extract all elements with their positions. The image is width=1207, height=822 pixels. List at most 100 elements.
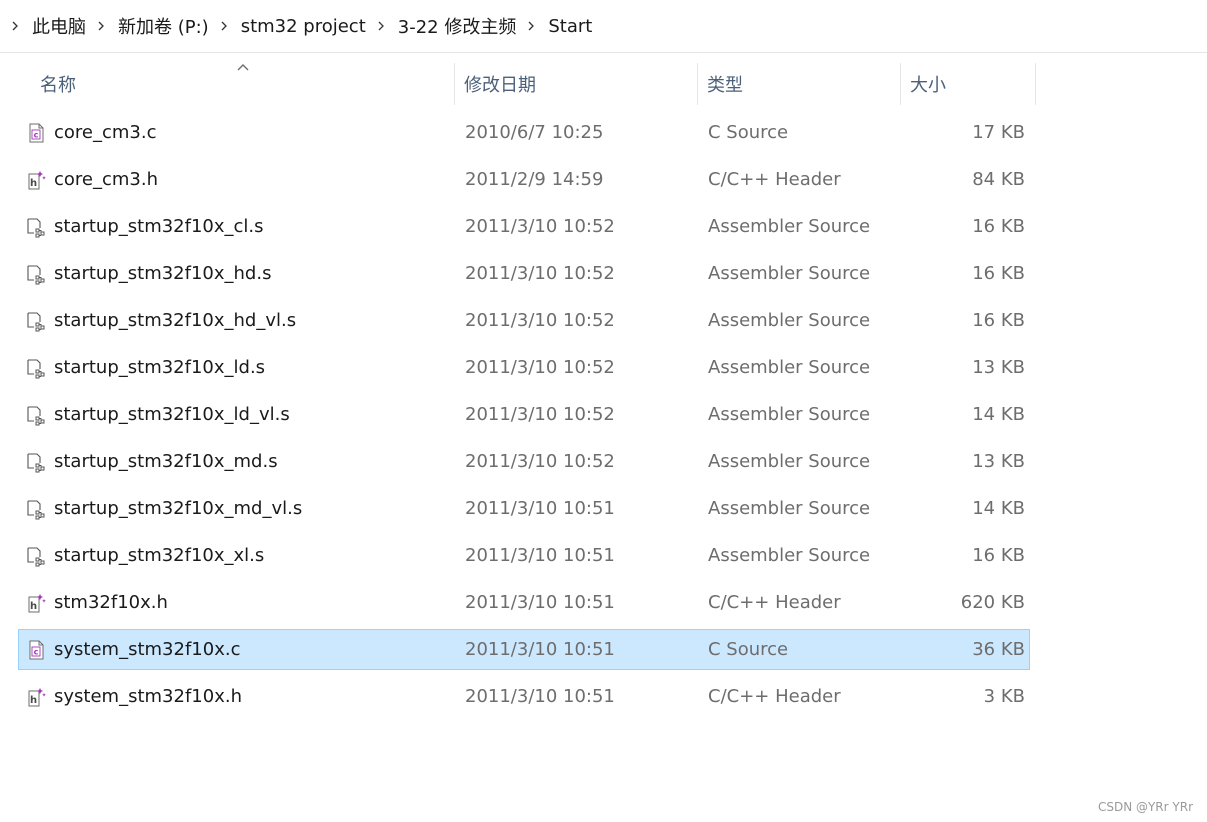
assembler-icon xyxy=(25,263,47,285)
file-name-cell[interactable]: startup_stm32f10x_hd_vl.s xyxy=(25,301,296,340)
file-type: Assembler Source xyxy=(708,498,871,519)
column-header-type[interactable]: 类型 xyxy=(707,63,743,105)
file-size: 14 KB xyxy=(972,498,1025,519)
file-name-cell[interactable]: h stm32f10x.h xyxy=(25,583,168,622)
file-type: Assembler Source xyxy=(708,263,871,284)
file-type: Assembler Source xyxy=(708,216,871,237)
file-name-cell[interactable]: h core_cm3.h xyxy=(25,160,158,199)
file-date: 2011/3/10 10:52 xyxy=(465,310,615,331)
header-icon: h xyxy=(25,686,47,708)
file-name-cell[interactable]: startup_stm32f10x_hd.s xyxy=(25,254,271,293)
file-name-cell[interactable]: startup_stm32f10x_md.s xyxy=(25,442,278,481)
file-size: 16 KB xyxy=(972,310,1025,331)
header-icon: h xyxy=(25,592,47,614)
file-size: 3 KB xyxy=(983,686,1025,707)
file-size: 17 KB xyxy=(972,122,1025,143)
file-name: startup_stm32f10x_hd_vl.s xyxy=(54,310,297,331)
file-row[interactable]: startup_stm32f10x_ld.s 2011/3/10 10:52 Ass… xyxy=(18,347,1030,388)
file-type: C Source xyxy=(708,639,789,660)
file-row[interactable]: startup_stm32f10x_ld_vl.s 2011/3/10 10:52… xyxy=(18,394,1030,435)
file-name-cell[interactable]: h system_stm32f10x.h xyxy=(25,677,242,716)
file-size: 16 KB xyxy=(972,545,1025,566)
file-date: 2011/3/10 10:52 xyxy=(465,357,615,378)
file-row[interactable]: startup_stm32f10x_xl.s 2011/3/10 10:51 Ass… xyxy=(18,535,1030,576)
chevron-right-icon[interactable] xyxy=(374,16,388,36)
chevron-right-icon[interactable] xyxy=(8,16,22,36)
file-name: startup_stm32f10x_xl.s xyxy=(54,545,265,566)
file-type: C/C++ Header xyxy=(708,592,841,613)
file-type: C/C++ Header xyxy=(708,169,841,190)
file-type: C Source xyxy=(708,122,789,143)
c-source-icon: c xyxy=(25,122,47,144)
svg-text:c: c xyxy=(34,130,39,139)
file-name-cell[interactable]: startup_stm32f10x_cl.s xyxy=(25,207,264,246)
breadcrumb-item[interactable]: Start xyxy=(544,14,596,39)
file-name-cell[interactable]: startup_stm32f10x_md_vl.s xyxy=(25,489,302,528)
svg-text:c: c xyxy=(34,647,39,656)
file-type: Assembler Source xyxy=(708,451,871,472)
file-name: core_cm3.h xyxy=(54,169,159,190)
file-row[interactable]: h stm32f10x.h 2011/3/10 10:51 C/C++ Header 6… xyxy=(18,582,1030,623)
file-name: startup_stm32f10x_ld_vl.s xyxy=(54,404,290,425)
file-row[interactable]: c core_cm3.c 2010/6/7 10:25 C Source 17 KB xyxy=(18,112,1030,153)
file-row[interactable]: startup_stm32f10x_md.s 2011/3/10 10:52 Ass… xyxy=(18,441,1030,482)
breadcrumb-item[interactable]: 此电脑 xyxy=(28,11,90,41)
svg-text:h: h xyxy=(30,695,37,706)
file-type: Assembler Source xyxy=(708,404,871,425)
assembler-icon xyxy=(25,451,47,473)
column-header-row: 名称 修改日期 类型 大小 xyxy=(0,63,1207,105)
breadcrumb-item[interactable]: stm32 project xyxy=(237,14,370,39)
column-header-size[interactable]: 大小 xyxy=(910,63,946,105)
file-row[interactable]: c system_stm32f10x.c 2011/3/10 10:51 C Sour… xyxy=(18,629,1030,670)
assembler-icon xyxy=(25,498,47,520)
breadcrumb-item[interactable]: 3-22 修改主频 xyxy=(394,11,521,41)
file-name-cell[interactable]: startup_stm32f10x_ld.s xyxy=(25,348,265,387)
file-name: stm32f10x.h xyxy=(54,592,168,613)
column-divider[interactable] xyxy=(1035,63,1036,105)
file-name: startup_stm32f10x_hd.s xyxy=(54,263,272,284)
file-type: C/C++ Header xyxy=(708,686,841,707)
c-source-icon: c xyxy=(25,639,47,661)
file-row[interactable]: startup_stm32f10x_hd.s 2011/3/10 10:52 Ass… xyxy=(18,253,1030,294)
file-row[interactable]: startup_stm32f10x_cl.s 2011/3/10 10:52 Ass… xyxy=(18,206,1030,247)
file-size: 620 KB xyxy=(960,592,1025,613)
column-divider[interactable] xyxy=(697,63,698,105)
file-name-cell[interactable]: c core_cm3.c xyxy=(25,113,157,152)
file-type: Assembler Source xyxy=(708,310,871,331)
file-size: 36 KB xyxy=(972,639,1025,660)
file-name: startup_stm32f10x_md.s xyxy=(54,451,278,472)
file-size: 14 KB xyxy=(972,404,1025,425)
column-divider[interactable] xyxy=(900,63,901,105)
file-name: startup_stm32f10x_md_vl.s xyxy=(54,498,303,519)
file-name-cell[interactable]: startup_stm32f10x_xl.s xyxy=(25,536,264,575)
column-header-name[interactable]: 名称 xyxy=(40,63,76,105)
file-size: 16 KB xyxy=(972,263,1025,284)
assembler-icon xyxy=(25,310,47,332)
column-divider[interactable] xyxy=(454,63,455,105)
column-header-date[interactable]: 修改日期 xyxy=(464,63,536,105)
file-row[interactable]: h core_cm3.h 2011/2/9 14:59 C/C++ Header 84 … xyxy=(18,159,1030,200)
assembler-icon xyxy=(25,404,47,426)
watermark: CSDN @YRr YRr xyxy=(1097,800,1193,814)
file-type: Assembler Source xyxy=(708,357,871,378)
file-name-cell[interactable]: startup_stm32f10x_ld_vl.s xyxy=(25,395,290,434)
file-date: 2011/2/9 14:59 xyxy=(465,169,604,190)
file-date: 2011/3/10 10:51 xyxy=(465,592,615,613)
assembler-icon xyxy=(25,545,47,567)
chevron-right-icon[interactable] xyxy=(524,16,538,36)
file-row[interactable]: startup_stm32f10x_md_vl.s 2011/3/10 10:51… xyxy=(18,488,1030,529)
file-name: system_stm32f10x.h xyxy=(54,686,242,707)
file-row[interactable]: h system_stm32f10x.h 2011/3/10 10:51 C/C++ … xyxy=(18,676,1030,717)
breadcrumb-item[interactable]: 新加卷 (P:) xyxy=(114,11,213,41)
file-type: Assembler Source xyxy=(708,545,871,566)
chevron-right-icon[interactable] xyxy=(94,16,108,36)
breadcrumb-bar: 此电脑 新加卷 (P:) stm32 project 3-22 修改主频 Start xyxy=(0,0,1207,53)
svg-text:h: h xyxy=(30,601,37,612)
file-date: 2010/6/7 10:25 xyxy=(465,122,604,143)
file-name-cell[interactable]: c system_stm32f10x.c xyxy=(25,630,240,669)
file-name: startup_stm32f10x_cl.s xyxy=(54,216,264,237)
chevron-right-icon[interactable] xyxy=(217,16,231,36)
file-date: 2011/3/10 10:51 xyxy=(465,639,615,660)
file-date: 2011/3/10 10:51 xyxy=(465,498,615,519)
file-row[interactable]: startup_stm32f10x_hd_vl.s 2011/3/10 10:52… xyxy=(18,300,1030,341)
